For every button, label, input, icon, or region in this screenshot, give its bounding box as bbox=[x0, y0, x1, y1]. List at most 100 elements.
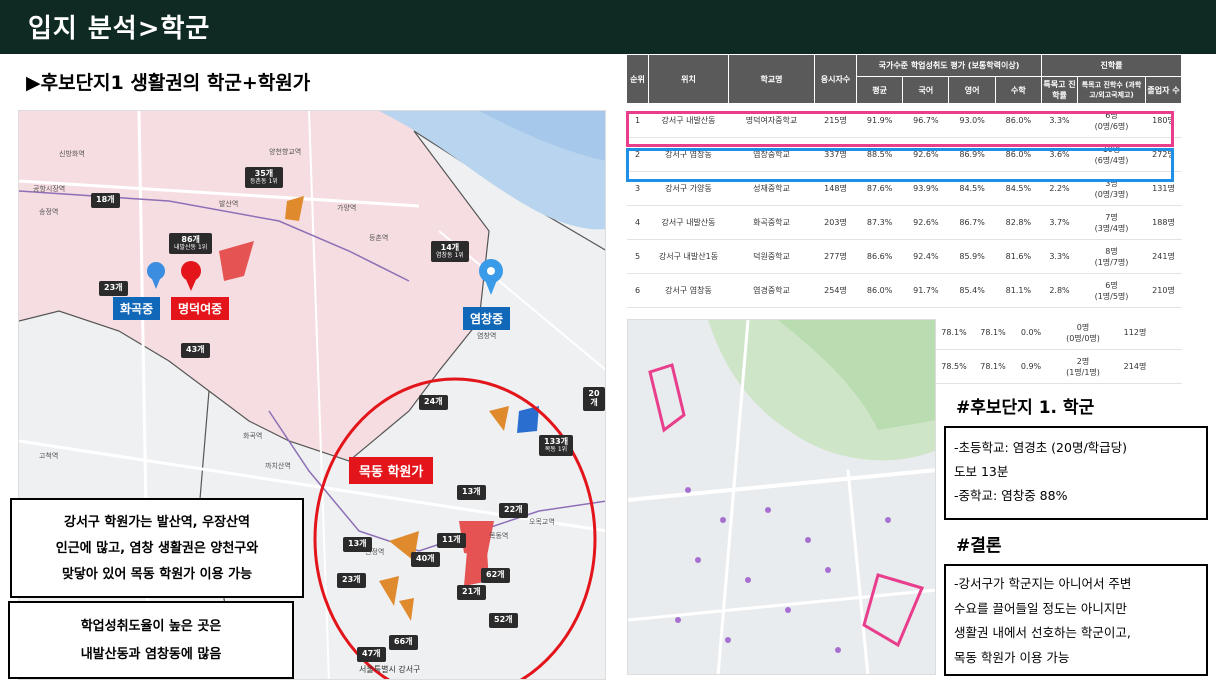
label-gochuk: 고척역 bbox=[39, 452, 59, 460]
achievement-note-box: 학업성취도율이 높은 곳은 내발산동과 염창동에 많음 bbox=[8, 601, 294, 679]
cell-special-rate: 3.3% bbox=[1041, 239, 1078, 274]
cell-location: 강서구 내발산1동 bbox=[648, 239, 729, 274]
highlight-yeomchang-row bbox=[626, 148, 1174, 182]
cell: 112명 bbox=[1123, 328, 1147, 337]
academy-count-marker: 13개 bbox=[457, 485, 486, 500]
cell-kor: 91.7% bbox=[902, 273, 949, 308]
label-yangcheon: 양천향교역 bbox=[269, 148, 302, 156]
myeongdeok-school-tag: 명덕여중 bbox=[171, 297, 230, 320]
cell: 78.5% bbox=[941, 362, 967, 371]
col-graduates: 졸업자 수 bbox=[1145, 76, 1182, 104]
cell-eng: 86.7% bbox=[948, 205, 996, 240]
label-sinbanghwa: 신방화역 bbox=[59, 150, 85, 158]
cell-avg: 87.3% bbox=[856, 205, 903, 240]
highlight-myeongdeok-row bbox=[626, 111, 1174, 147]
label-kkachisan: 까치산역 bbox=[265, 462, 291, 470]
academy-count-marker: 66개 bbox=[389, 635, 418, 650]
cell-school: 화곡중학교 bbox=[728, 205, 815, 240]
header-bar: 입지 분석>학군 bbox=[0, 0, 1216, 54]
cell-location: 강서구 염창동 bbox=[648, 273, 729, 308]
table-row: 5 강서구 내발산1동 덕원중학교 277명 86.6% 92.4% 85.9% 81.6% 3… bbox=[626, 239, 1182, 274]
cell-graduates: 188명 bbox=[1145, 205, 1182, 240]
cell-school: 염경중학교 bbox=[728, 273, 815, 308]
col-math: 수학 bbox=[994, 76, 1043, 104]
cell-rank: 6 bbox=[626, 273, 649, 308]
col-avg: 평균 bbox=[855, 76, 904, 104]
cell-kor: 92.4% bbox=[902, 239, 949, 274]
cell-rank: 4 bbox=[626, 205, 649, 240]
cell-graduates: 241명 bbox=[1145, 239, 1182, 274]
yeomchang-school-tag: 염창중 bbox=[463, 307, 511, 330]
academy-count-marker: 23개 bbox=[337, 573, 366, 588]
academy-count-marker: 11개 bbox=[437, 533, 466, 548]
cell-examinees: 203명 bbox=[814, 205, 857, 240]
school-district-box: -초등학교: 염경초 (20명/학급당) 도보 13분 -중학교: 염창중 88… bbox=[944, 426, 1208, 520]
box-line: 수요를 끌어들일 정도는 아니지만 bbox=[954, 600, 1127, 616]
academy-count-marker: 86개 내발산동 1위 bbox=[169, 233, 213, 255]
cell-avg: 86.0% bbox=[856, 273, 903, 308]
cell-graduates: 210명 bbox=[1145, 273, 1182, 308]
label-gonghang: 공항시장역 bbox=[33, 185, 66, 193]
cell-location: 강서구 내발산동 bbox=[648, 205, 729, 240]
cell: 0.0% bbox=[1020, 328, 1042, 337]
academy-count-marker: 22개 bbox=[499, 503, 528, 518]
label-deungchon: 등촌역 bbox=[369, 234, 389, 242]
academy-count-marker: 13개 bbox=[343, 537, 372, 552]
cell-eng: 85.9% bbox=[948, 239, 996, 274]
note-line: 인근에 많고, 염창 생활권은 양천구와 bbox=[55, 541, 259, 556]
box-line: -강서구가 학군지는 아니어서 주변 bbox=[954, 576, 1132, 591]
note-line: 맞닿아 있어 목동 학원가 이용 가능 bbox=[61, 567, 253, 582]
label-omokgyo: 오목교역 bbox=[529, 518, 555, 526]
col-special-count: 특목고 진학수 (과학고/외고국제고) bbox=[1077, 76, 1146, 104]
table-row: 78.5% 78.1% 0.9% 2명 (1명/1명) 214명 bbox=[935, 350, 1182, 384]
cell-math: 81.6% bbox=[995, 239, 1042, 274]
col-kor: 국어 bbox=[902, 76, 950, 104]
cell-special-rate: 2.8% bbox=[1041, 273, 1078, 308]
section-title: ▶후보단지1 생활권의 학군+학원가 bbox=[26, 72, 311, 94]
note-line: 강서구 학원가는 발산역, 우장산역 bbox=[64, 515, 250, 530]
col-group-advancement: 진학률 bbox=[1041, 54, 1182, 77]
cell-math: 82.8% bbox=[995, 205, 1042, 240]
cell: 0.9% bbox=[1020, 362, 1042, 371]
academy-count-marker: 21개 bbox=[457, 585, 486, 600]
col-examinees: 응시자수 bbox=[814, 54, 857, 104]
label-balsan: 발산역 bbox=[219, 200, 239, 208]
academy-count-marker: 47개 bbox=[357, 647, 386, 662]
col-location: 위치 bbox=[648, 54, 729, 104]
label-yeomchang: 염창역 bbox=[477, 332, 497, 340]
academy-count-marker: 40개 bbox=[411, 552, 440, 567]
cell-special-count: 6명 (1명/5명) bbox=[1077, 273, 1146, 308]
cell-special-count: 7명 (3명/4명) bbox=[1077, 205, 1146, 240]
mokdong-hakwon-tag: 목동 학원가 bbox=[349, 457, 434, 484]
hwagok-school-tag: 화곡중 bbox=[113, 297, 161, 320]
label-hwagok: 화곡역 bbox=[243, 432, 263, 440]
col-school: 학교명 bbox=[728, 54, 815, 104]
cell: 78.1% bbox=[980, 362, 1006, 371]
cell: 78.1% bbox=[980, 328, 1006, 337]
academy-count-marker: 62개 bbox=[481, 568, 510, 583]
cell-rank: 5 bbox=[626, 239, 649, 274]
col-rank: 순위 bbox=[626, 54, 649, 104]
box-line: 생활권 내에서 선호하는 학군이고, bbox=[954, 625, 1131, 640]
box-line: 도보 13분 bbox=[954, 464, 1009, 479]
note-line: 학업성취도율이 높은 곳은 bbox=[80, 619, 222, 634]
label-songjeong: 송정역 bbox=[39, 208, 59, 216]
slide: 입지 분석>학군 ▶후보단지1 생활권의 학군+학원가 공항시장역 송정역 신방… bbox=[0, 0, 1216, 684]
heading-school-district: #후보단지 1. 학군 bbox=[956, 398, 1095, 418]
academy-count-marker: 133개 목동 1위 bbox=[539, 435, 574, 457]
cell-special-count: 8명 (1명/7명) bbox=[1077, 239, 1146, 274]
label-gayang: 가양역 bbox=[337, 204, 357, 212]
table-row: 78.1% 78.1% 0.0% 0명 (0명/0명) 112명 bbox=[935, 316, 1182, 350]
cell: 78.1% bbox=[941, 328, 967, 337]
cell-math: 81.1% bbox=[995, 273, 1042, 308]
cell-examinees: 254명 bbox=[814, 273, 857, 308]
school-ranking-table: 순위 위치 학교명 응시자수 국가수준 학업성취도 평가 (보통학력이상) 진학… bbox=[626, 54, 1182, 316]
cell-avg: 86.6% bbox=[856, 239, 903, 274]
cell-eng: 85.4% bbox=[948, 273, 996, 308]
school-zone-map bbox=[627, 319, 936, 675]
table-row: 4 강서구 내발산동 화곡중학교 203명 87.3% 92.6% 86.7% 82.8% 3.… bbox=[626, 205, 1182, 240]
cell-special-rate: 3.7% bbox=[1041, 205, 1078, 240]
cell: 2명 (1명/1명) bbox=[1066, 356, 1100, 377]
academy-note-box: 강서구 학원가는 발산역, 우장산역 인근에 많고, 염창 생활권은 양천구와 … bbox=[10, 498, 304, 598]
box-line: 목동 학원가 이용 가능 bbox=[954, 649, 1070, 665]
